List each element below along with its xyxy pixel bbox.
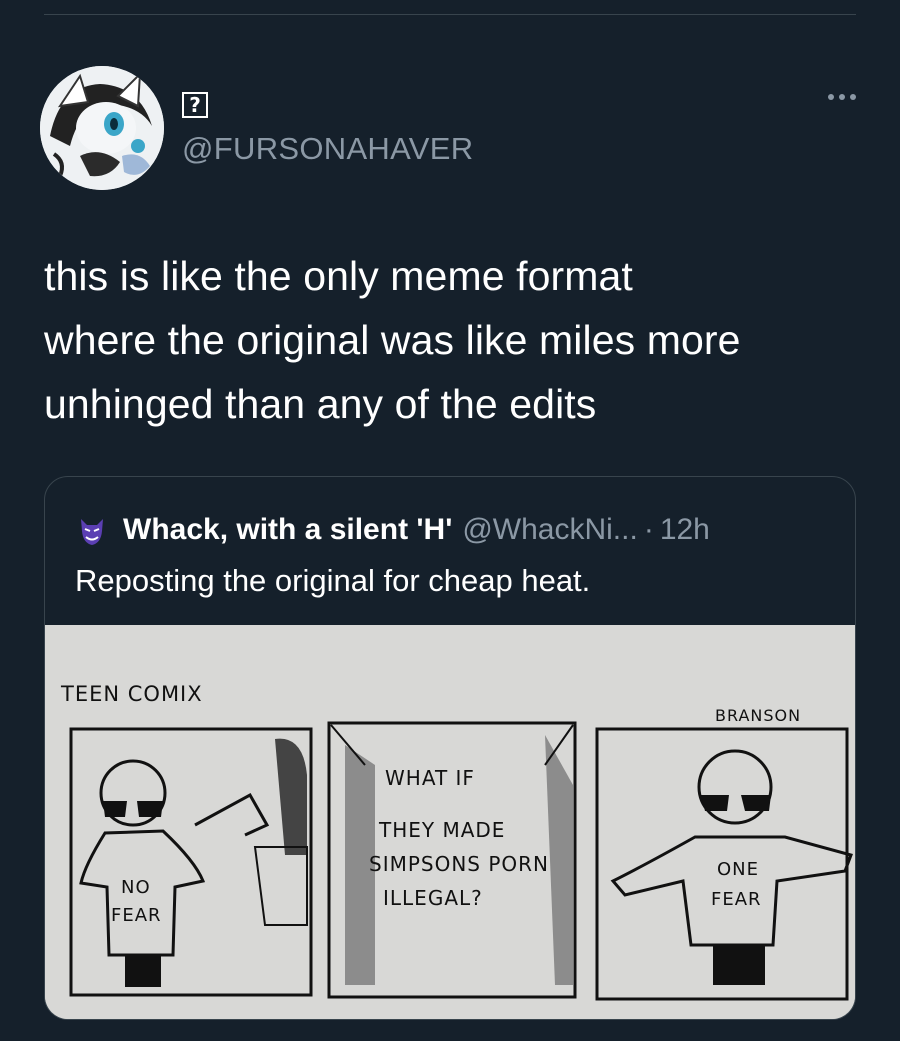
quoted-tweet-text: Reposting the original for cheap heat. xyxy=(75,563,591,598)
tweet-text: this is like the only meme format where … xyxy=(44,253,741,427)
quoted-tweet-header: Whack, with a silent 'H' @WhackNi... · 1… xyxy=(75,510,710,550)
panel3-shirt-line2: FEAR xyxy=(711,889,762,910)
panel2-sign-line1: WHAT IF xyxy=(385,766,475,790)
comic-title: TEEN COMIX xyxy=(60,682,203,706)
author-handle[interactable]: @FURSONAHAVER xyxy=(182,131,473,167)
more-dot xyxy=(839,94,845,100)
comic-image[interactable]: TEEN COMIX BRANSON NO FEAR WHAT IF THEY … xyxy=(45,625,855,1019)
quoted-tweet-time[interactable]: 12h xyxy=(660,513,710,547)
purple-character-avatar-icon[interactable] xyxy=(75,513,109,547)
more-dot xyxy=(828,94,834,100)
panel3-shirt-line1: ONE xyxy=(717,859,759,880)
panel2-sign-line3: SIMPSONS PORN xyxy=(369,852,549,876)
panel1-shirt-line2: FEAR xyxy=(111,905,162,926)
divider xyxy=(44,14,856,15)
display-name[interactable]: ? xyxy=(182,90,208,120)
comic-signature: BRANSON xyxy=(715,706,801,725)
quoted-author-name[interactable]: Whack, with a silent 'H' xyxy=(123,513,452,547)
quoted-tweet-card[interactable]: Whack, with a silent 'H' @WhackNi... · 1… xyxy=(44,476,856,1020)
panel2-sign-line4: ILLEGAL? xyxy=(383,886,483,910)
panel2-sign-line2: THEY MADE xyxy=(378,818,505,842)
tweet-page: ? @FURSONAHAVER this is like the only me… xyxy=(0,0,900,1041)
unknown-glyph-icon: ? xyxy=(182,92,208,118)
comic-drawing: TEEN COMIX BRANSON NO FEAR WHAT IF THEY … xyxy=(45,625,855,1019)
more-dot xyxy=(850,94,856,100)
separator-dot: · xyxy=(643,513,654,546)
quoted-author-handle[interactable]: @WhackNi... xyxy=(462,513,637,547)
avatar[interactable] xyxy=(40,66,164,190)
panel1-shirt-line1: NO xyxy=(121,877,151,898)
more-options-icon[interactable] xyxy=(828,94,856,100)
anime-character-avatar-icon xyxy=(40,66,164,190)
